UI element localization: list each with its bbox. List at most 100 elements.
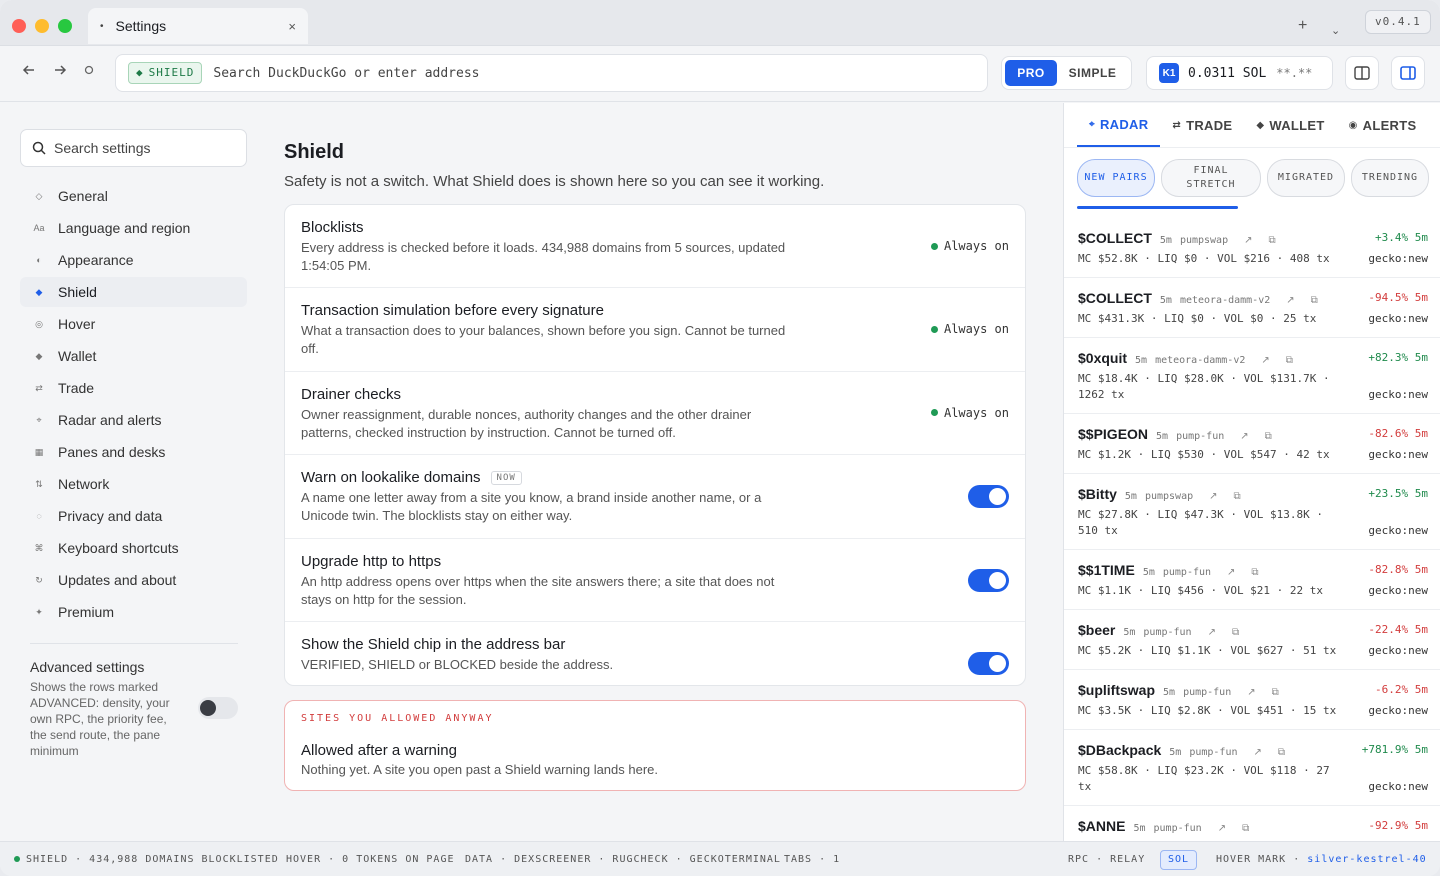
- sidebar-item-trade[interactable]: ⇄ Trade: [20, 373, 247, 403]
- copy-icon[interactable]: ⧉: [1269, 235, 1276, 246]
- advanced-settings-toggle[interactable]: [198, 697, 238, 719]
- copy-icon[interactable]: ⧉: [1242, 823, 1249, 834]
- sidebar-item-premium[interactable]: ✦ Premium: [20, 597, 247, 627]
- pair-change: -22.4% 5m: [1368, 623, 1428, 636]
- toggle-upgrade-http-to-https[interactable]: [968, 568, 1009, 592]
- close-window-button[interactable]: [12, 19, 26, 33]
- status-sol-chip[interactable]: SOL: [1160, 850, 1197, 870]
- pair-symbol[interactable]: $COLLECT: [1078, 290, 1152, 306]
- new-tab-icon[interactable]: +: [1298, 17, 1307, 35]
- external-link-icon[interactable]: ↗: [1218, 823, 1226, 834]
- address-bar[interactable]: ◆ SHIELD: [115, 54, 988, 92]
- pair-symbol[interactable]: $Bitty: [1078, 486, 1117, 502]
- pair-row[interactable]: $$PIGEON 5m pump-fun ↗ ⧉ -82.6% 5m MC $1.2K · …: [1064, 414, 1440, 474]
- sidebar-item-keyboard-shortcuts[interactable]: ⌘ Keyboard shortcuts: [20, 533, 247, 563]
- copy-icon[interactable]: ⧉: [1251, 567, 1258, 578]
- external-link-icon[interactable]: ↗: [1254, 747, 1262, 758]
- filter-final-stretch[interactable]: FINAL STRETCH: [1161, 159, 1261, 197]
- pair-row[interactable]: $upliftswap 5m pump-fun ↗ ⧉ -6.2% 5m MC $3.5K …: [1064, 670, 1440, 730]
- external-link-icon[interactable]: ↗: [1227, 567, 1235, 578]
- pair-row[interactable]: $DBackpack 5m pump-fun ↗ ⧉ +781.9% 5m MC $58.8…: [1064, 730, 1440, 806]
- sidebar-item-general[interactable]: ◇ General: [20, 181, 247, 211]
- sidebar-item-radar-and-alerts[interactable]: ⌖ Radar and alerts: [20, 405, 247, 435]
- external-link-icon[interactable]: ↗: [1261, 355, 1269, 366]
- external-link-icon[interactable]: ↗: [1208, 627, 1216, 638]
- always-on-status: Always on: [930, 239, 1009, 253]
- pair-symbol[interactable]: $$PIGEON: [1078, 426, 1148, 442]
- advanced-settings-description: Shows the rows marked ADVANCED: density,…: [30, 680, 170, 758]
- version-badge: v0.4.1: [1365, 10, 1431, 34]
- forward-arrow-icon[interactable]: [53, 63, 67, 81]
- status-hover: HOVER · 0 TOKENS ON PAGE: [286, 854, 455, 865]
- filter-migrated[interactable]: MIGRATED: [1267, 159, 1345, 197]
- sidebar-item-updates-and-about[interactable]: ↻ Updates and about: [20, 565, 247, 595]
- external-link-icon[interactable]: ↗: [1286, 295, 1294, 306]
- sidebar-item-network[interactable]: ⇅ Network: [20, 469, 247, 499]
- pair-row[interactable]: $COLLECT 5m pumpswap ↗ ⧉ +3.4% 5m MC $52.8K · …: [1064, 218, 1440, 278]
- pair-change: -82.6% 5m: [1368, 427, 1428, 440]
- copy-icon[interactable]: ⧉: [1234, 491, 1241, 502]
- close-icon[interactable]: ×: [288, 19, 296, 34]
- filter-trending[interactable]: TRENDING: [1351, 159, 1429, 197]
- pair-stats: MC $27.8K · LIQ $47.3K · VOL $13.8K · 51…: [1078, 508, 1324, 537]
- tab-settings[interactable]: • Settings ×: [88, 8, 308, 44]
- split-view-button[interactable]: [1345, 56, 1379, 90]
- copy-icon[interactable]: ⧉: [1286, 355, 1293, 366]
- status-rpc[interactable]: RPC · RELAY: [1068, 854, 1145, 865]
- pair-symbol[interactable]: $ANNE: [1078, 818, 1125, 834]
- sidebar-item-label: Trade: [58, 380, 95, 396]
- pair-symbol[interactable]: $0xquit: [1078, 350, 1127, 366]
- maximize-window-button[interactable]: [58, 19, 72, 33]
- pair-symbol[interactable]: $beer: [1078, 622, 1115, 638]
- copy-icon[interactable]: ⧉: [1265, 431, 1272, 442]
- shield-chip[interactable]: ◆ SHIELD: [128, 62, 203, 84]
- filter-new-pairs[interactable]: NEW PAIRS: [1077, 159, 1155, 197]
- external-link-icon[interactable]: ↗: [1244, 235, 1252, 246]
- status-dot-icon: [930, 325, 938, 333]
- pair-row[interactable]: $beer 5m pump-fun ↗ ⧉ -22.4% 5m MC $5.2K · LIQ…: [1064, 610, 1440, 670]
- copy-icon[interactable]: ⧉: [1272, 687, 1279, 698]
- mode-simple-button[interactable]: SIMPLE: [1057, 66, 1128, 80]
- tab-alerts[interactable]: ◉ ALERTS: [1337, 103, 1429, 147]
- sidebar-item-appearance[interactable]: ◐ Appearance: [20, 245, 247, 275]
- sidebar-item-hover[interactable]: ◎ Hover: [20, 309, 247, 339]
- sidebar-item-shield[interactable]: ◆ Shield: [20, 277, 247, 307]
- tab-radar[interactable]: ⌖ RADAR: [1077, 103, 1161, 147]
- back-arrow-icon[interactable]: [22, 63, 36, 81]
- copy-icon[interactable]: ⧉: [1311, 295, 1318, 306]
- pair-row[interactable]: $COLLECT 5m meteora-damm-v2 ↗ ⧉ -94.5% 5m MC $…: [1064, 278, 1440, 338]
- pair-stats: MC $1.2K · LIQ $530 · VOL $547 · 42 tx: [1078, 448, 1330, 461]
- search-settings-input[interactable]: [54, 140, 224, 156]
- copy-icon[interactable]: ⧉: [1278, 747, 1285, 758]
- toggle-warn-on-lookalike-domains[interactable]: [968, 485, 1009, 509]
- mode-pro-button[interactable]: PRO: [1005, 60, 1057, 86]
- address-input[interactable]: [213, 65, 814, 81]
- pair-row[interactable]: $$1TIME 5m pump-fun ↗ ⧉ -82.8% 5m MC $1.1K · L…: [1064, 550, 1440, 610]
- external-link-icon[interactable]: ↗: [1240, 431, 1248, 442]
- pair-symbol[interactable]: $DBackpack: [1078, 742, 1161, 758]
- sidebar-item-panes-and-desks[interactable]: ▦ Panes and desks: [20, 437, 247, 467]
- sidebar-item-label: Shield: [58, 284, 97, 300]
- sidebar-item-wallet[interactable]: ◆ Wallet: [20, 341, 247, 371]
- wallet-icon: ◆: [1256, 119, 1265, 131]
- pair-symbol[interactable]: $COLLECT: [1078, 230, 1152, 246]
- external-link-icon[interactable]: ↗: [1209, 491, 1217, 502]
- toggle-show-the-shield-chip-in-the-address-bar[interactable]: [968, 651, 1009, 675]
- wallet-balance[interactable]: K1 0.0311 SOL **.**: [1146, 56, 1333, 90]
- copy-icon[interactable]: ⧉: [1232, 627, 1239, 638]
- reload-icon[interactable]: [83, 63, 95, 81]
- sidebar-item-privacy-and-data[interactable]: ◌ Privacy and data: [20, 501, 247, 531]
- privacy-and-data-icon: ◌: [36, 511, 42, 521]
- external-link-icon[interactable]: ↗: [1247, 687, 1255, 698]
- side-panel-button[interactable]: [1391, 56, 1425, 90]
- tab-trade[interactable]: ⇄ TRADE: [1160, 103, 1244, 147]
- pair-symbol[interactable]: $$1TIME: [1078, 562, 1135, 578]
- pair-row[interactable]: $0xquit 5m meteora-damm-v2 ↗ ⧉ +82.3% 5m MC $1…: [1064, 338, 1440, 414]
- minimize-window-button[interactable]: [35, 19, 49, 33]
- settings-search[interactable]: [20, 129, 247, 167]
- pair-row[interactable]: $Bitty 5m pumpswap ↗ ⧉ +23.5% 5m MC $27.8K · L…: [1064, 474, 1440, 550]
- sidebar-item-language-and-region[interactable]: Aa Language and region: [20, 213, 247, 243]
- pair-symbol[interactable]: $upliftswap: [1078, 682, 1155, 698]
- chevron-down-icon[interactable]: ⌄: [1331, 24, 1340, 37]
- tab-wallet[interactable]: ◆ WALLET: [1244, 103, 1336, 147]
